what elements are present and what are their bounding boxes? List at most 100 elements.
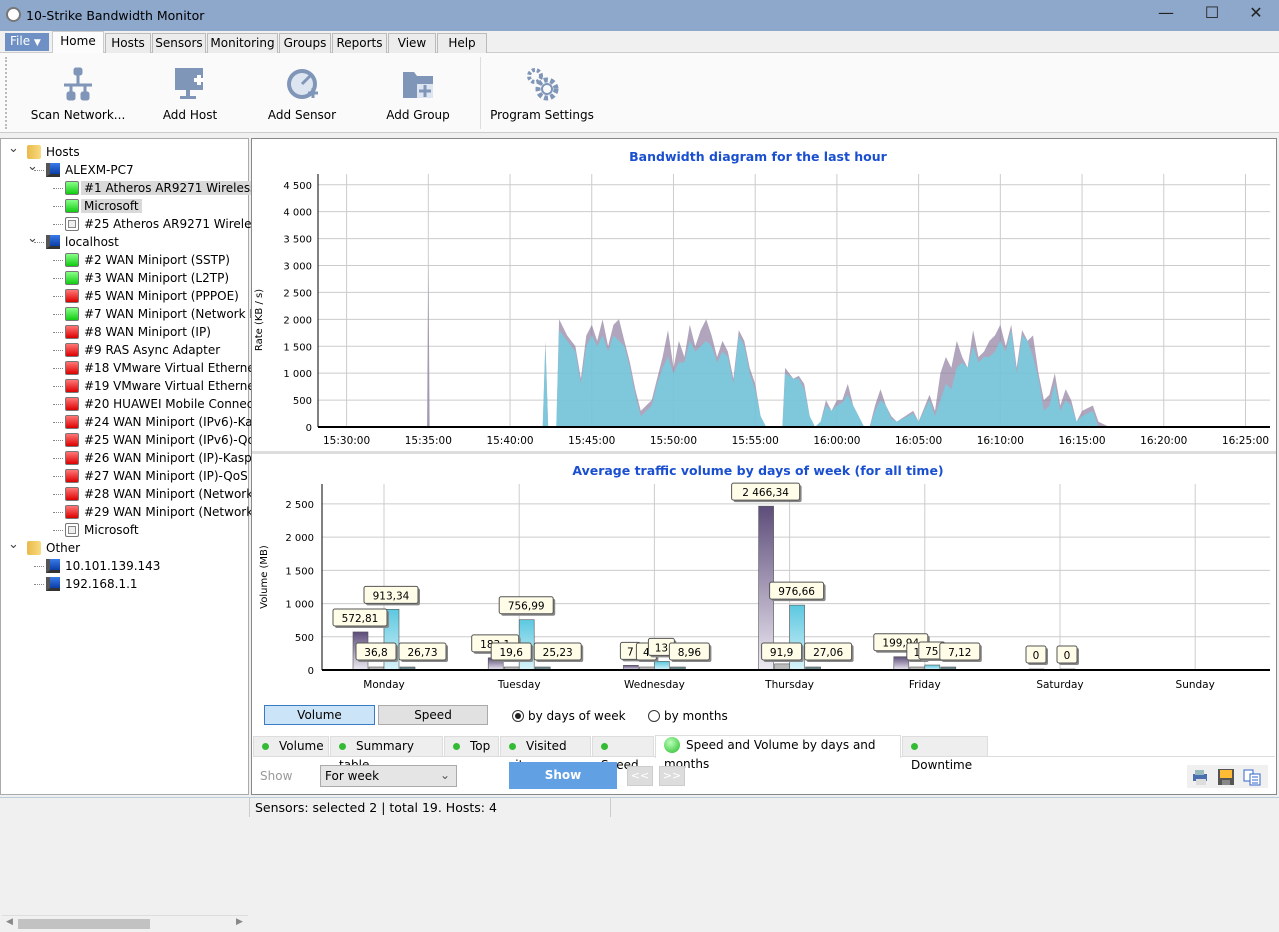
tree-item[interactable]: ⌄ localhost	[27, 231, 122, 251]
status-dot-icon	[911, 743, 918, 750]
scrollbar-thumb[interactable]	[18, 919, 150, 929]
add-sensor-icon	[287, 69, 318, 99]
computer-icon	[46, 235, 60, 249]
tab-downtime[interactable]: Downtime	[902, 736, 988, 772]
close-button[interactable]: ✕	[1233, 0, 1279, 30]
tab-sensors[interactable]: Sensors	[152, 33, 206, 53]
tree-item[interactable]: 10.101.139.143	[34, 557, 163, 575]
add-sensor-button[interactable]: Add Sensor	[262, 62, 342, 122]
add-sensor-label: Add Sensor	[267, 108, 337, 122]
tab-label: Volume	[279, 739, 324, 753]
host-tree[interactable]: ⌄ Hosts ⌄ ALEXM-PC7 #1 Atheros AR9271 Wirele…	[0, 138, 369, 932]
tree-item[interactable]: #9 RAS Async Adapter	[53, 341, 223, 359]
ribbon-separator	[480, 57, 481, 129]
scroll-right-icon[interactable]: ▶	[236, 917, 243, 927]
computer-icon	[46, 559, 60, 573]
data-label-text: 91,9	[770, 647, 793, 659]
x-tick-label: 16:15:00	[1058, 435, 1105, 447]
y-tick-label: 4 000	[283, 208, 312, 219]
tree-connector	[53, 512, 63, 513]
tree-connector	[34, 566, 44, 567]
tab-volume[interactable]: Volume	[253, 736, 329, 757]
tree-item[interactable]: ⌄ ALEXM-PC7	[27, 159, 137, 179]
next-button[interactable]: >>	[659, 766, 685, 786]
horizontal-scrollbar[interactable]: ◀ ▶	[2, 915, 248, 932]
tab-speed[interactable]: Speed	[592, 736, 654, 772]
add-host-label: Add Host	[162, 108, 218, 122]
status-dot-icon	[509, 743, 516, 750]
period-select[interactable]: For week ⌄	[320, 765, 457, 787]
copy-icon[interactable]	[1243, 768, 1261, 786]
tree-item[interactable]: 192.168.1.1	[34, 575, 141, 593]
status-dot-icon	[262, 743, 269, 750]
data-label: 19,6	[490, 642, 534, 662]
data-label-text: 2 466,34	[742, 487, 789, 499]
period-value: For week	[325, 769, 380, 783]
show-button[interactable]: Show	[509, 762, 617, 789]
status-divider	[249, 798, 250, 817]
tab-reports[interactable]: Reports	[332, 33, 387, 53]
by-days-radio[interactable]: by days of week	[512, 709, 626, 723]
file-menu[interactable]: File ▼	[5, 33, 49, 51]
green-status-icon	[65, 181, 79, 195]
tab-home[interactable]: Home	[52, 31, 104, 53]
tab-help[interactable]: Help	[437, 33, 487, 53]
tab-view[interactable]: View	[388, 33, 436, 53]
tree-item[interactable]: #5 WAN Miniport (PPPOE)	[53, 287, 242, 305]
save-icon[interactable]	[1217, 768, 1235, 786]
report-tabs: Volume Summary table Top Visited sites S…	[253, 735, 1275, 772]
chevron-down-icon[interactable]: ⌄	[27, 158, 38, 176]
y-tick-label: 2 000	[283, 315, 312, 326]
folder-icon	[27, 145, 41, 159]
chevron-down-icon[interactable]: ⌄	[8, 140, 19, 158]
previous-button[interactable]: <<	[627, 766, 653, 786]
bandwidth-chart-title: Bandwidth diagram for the last hour	[629, 149, 887, 164]
y-tick-label: 2 500	[283, 288, 312, 299]
splitter[interactable]	[252, 451, 1276, 454]
chevron-down-icon[interactable]: ⌄	[8, 536, 19, 554]
red-status-icon	[65, 379, 79, 393]
data-label-text: 8,96	[678, 647, 702, 659]
data-label-text: 7	[627, 646, 634, 658]
tab-label: Downtime	[911, 758, 973, 772]
tree-connector	[34, 584, 44, 585]
add-host-button[interactable]: Add Host	[150, 62, 230, 122]
tab-groups[interactable]: Groups	[279, 33, 331, 53]
tree-item[interactable]: #8 WAN Miniport (IP)	[53, 323, 214, 341]
tree-item[interactable]: Microsoft	[53, 197, 142, 215]
tree-item[interactable]: Microsoft	[53, 521, 142, 539]
tree-connector	[53, 440, 63, 441]
scroll-left-icon[interactable]: ◀	[6, 917, 13, 927]
tab-label: Top	[470, 739, 491, 753]
tab-hosts[interactable]: Hosts	[105, 33, 151, 53]
y-tick-label: 2 500	[285, 500, 314, 511]
scan-network-button[interactable]: Scan Network...	[28, 62, 128, 122]
tree-connector	[34, 242, 44, 243]
status-dot-icon	[601, 743, 608, 750]
print-icon[interactable]	[1191, 768, 1209, 786]
tab-top[interactable]: Top	[444, 736, 499, 757]
by-months-radio[interactable]: by months	[648, 709, 728, 723]
tab-visited-sites[interactable]: Visited sites	[500, 736, 591, 772]
tab-summary-table[interactable]: Summary table	[330, 736, 443, 772]
x-tick-label: 15:55:00	[732, 435, 779, 447]
tab-monitoring[interactable]: Monitoring	[207, 33, 278, 53]
tree-item[interactable]: #3 WAN Miniport (L2TP)	[53, 269, 232, 287]
add-group-button[interactable]: Add Group	[378, 62, 458, 122]
maximize-button[interactable]: ☐	[1189, 0, 1235, 30]
chevron-down-icon[interactable]: ⌄	[27, 230, 38, 248]
data-label-text: 36,8	[364, 647, 387, 659]
volume-button[interactable]: Volume	[264, 705, 375, 725]
tab-speed-volume-days-months[interactable]: Speed and Volume by days and months	[655, 735, 901, 771]
x-tick-label: Thursday	[764, 679, 814, 691]
tree-item[interactable]: #2 WAN Miniport (SSTP)	[53, 251, 233, 269]
speed-button[interactable]: Speed	[378, 705, 488, 725]
tree-item[interactable]: ⌄ Other	[8, 537, 83, 557]
by-months-label: by months	[664, 709, 728, 723]
data-label: 976,66	[769, 581, 826, 602]
minimize-button[interactable]: —	[1143, 0, 1189, 30]
program-settings-button[interactable]: Program Settings	[490, 62, 594, 122]
tree-connector	[53, 404, 63, 405]
red-status-icon	[65, 343, 79, 357]
tree-connector	[53, 422, 63, 423]
